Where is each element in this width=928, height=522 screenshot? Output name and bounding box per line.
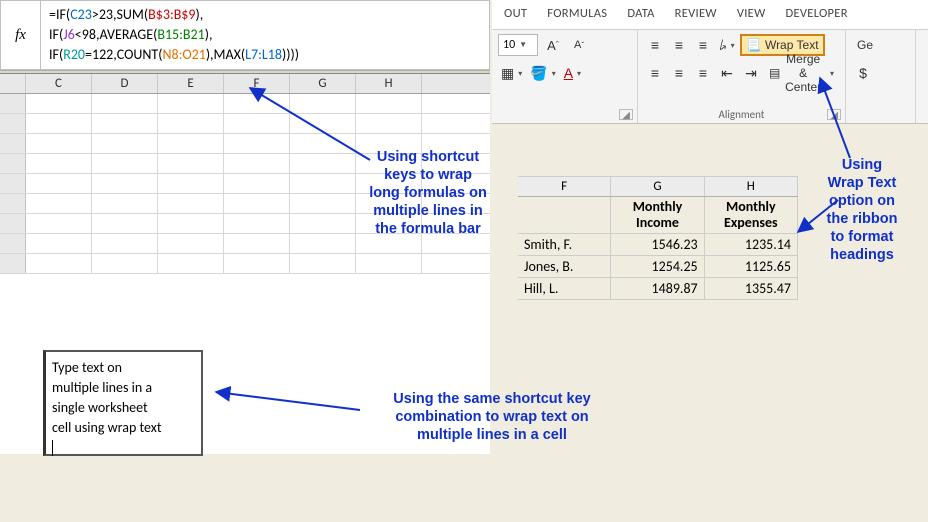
col-header[interactable]: H bbox=[705, 177, 798, 196]
dialog-launcher-icon[interactable]: ◢ bbox=[827, 109, 841, 120]
ribbon-tab[interactable]: FORMULAS bbox=[537, 4, 617, 23]
fx-label[interactable]: fx bbox=[1, 1, 41, 69]
dialog-launcher-icon[interactable]: ◢ bbox=[619, 109, 633, 120]
ribbon-tab[interactable]: OUT bbox=[494, 4, 537, 23]
col-header[interactable]: G bbox=[290, 74, 356, 93]
col-header[interactable]: C bbox=[26, 74, 92, 93]
merge-icon: ▤ bbox=[769, 66, 780, 80]
table-row[interactable]: Smith, F. 1546.23 1235.14 bbox=[518, 234, 798, 256]
name-cell: Hill, L. bbox=[518, 278, 611, 299]
expenses-cell: 1125.65 bbox=[705, 256, 798, 277]
sample-table: F G H Monthly Income Monthly Expenses Sm… bbox=[518, 176, 798, 300]
align-center-button[interactable]: ≡ bbox=[668, 62, 690, 84]
formula-input[interactable]: =IF(C23>23,SUM(B$3:B$9), IF(J6<98,AVERAG… bbox=[41, 1, 489, 69]
align-right-button[interactable]: ≡ bbox=[692, 62, 714, 84]
name-cell: Smith, F. bbox=[518, 234, 611, 255]
expenses-cell: 1235.14 bbox=[705, 234, 798, 255]
ribbon-tab[interactable]: DATA bbox=[617, 4, 664, 23]
align-bottom-button[interactable]: ≡ bbox=[692, 34, 714, 56]
font-size-input[interactable]: 10▼ bbox=[498, 34, 538, 56]
accounting-format-button[interactable]: $ bbox=[852, 62, 874, 84]
ribbon-tab[interactable]: REVIEW bbox=[665, 4, 727, 23]
chevron-down-icon: ▾ bbox=[518, 69, 522, 78]
ribbon-panel: OUT FORMULAS DATA REVIEW VIEW DEVELOPER … bbox=[492, 0, 928, 124]
chevron-down-icon: ▾ bbox=[830, 69, 834, 78]
increase-indent-button[interactable]: ⇥ bbox=[740, 62, 762, 84]
alignment-group: ≡ ≡ ≡ ⭞▾ 📃 Wrap Text ≡ ≡ ≡ ⇤ ⇥ ▤ Merge &… bbox=[638, 30, 846, 123]
number-format-dropdown[interactable]: Ge bbox=[852, 34, 878, 56]
income-cell: 1546.23 bbox=[611, 234, 704, 255]
wrapped-text-content: Type text on multiple lines in a single … bbox=[52, 359, 162, 436]
font-color-button[interactable]: A▾ bbox=[561, 62, 584, 84]
align-middle-button[interactable]: ≡ bbox=[668, 34, 690, 56]
wrapped-text-cell[interactable]: Type text on multiple lines in a single … bbox=[43, 350, 203, 456]
table-header-cell: Monthly Income bbox=[611, 197, 704, 233]
chevron-down-icon: ▾ bbox=[552, 69, 556, 78]
annotation-cell-wrap: Using the same shortcut key combination … bbox=[362, 390, 622, 444]
table-header-cell: Monthly Expenses bbox=[705, 197, 798, 233]
font-group: 10▼ Aˆ Aˇ ▦▾ 🪣▾ A▾ ◢ bbox=[492, 30, 638, 123]
wrap-text-icon: 📃 bbox=[746, 38, 761, 52]
table-header-cell bbox=[518, 197, 611, 233]
col-header[interactable]: E bbox=[158, 74, 224, 93]
col-header[interactable]: G bbox=[611, 177, 704, 196]
orientation-button[interactable]: ⭞▾ bbox=[716, 34, 738, 56]
decrease-font-button[interactable]: Aˇ bbox=[568, 34, 590, 56]
ribbon-body: 10▼ Aˆ Aˇ ▦▾ 🪣▾ A▾ ◢ ≡ ≡ ≡ ⭞▾ 📃 Wrap Te bbox=[492, 30, 928, 124]
chevron-down-icon: ▼ bbox=[519, 40, 527, 50]
income-cell: 1254.25 bbox=[611, 256, 704, 277]
table-row[interactable]: Jones, B. 1254.25 1125.65 bbox=[518, 256, 798, 278]
align-top-button[interactable]: ≡ bbox=[644, 34, 666, 56]
chevron-down-icon: ▾ bbox=[731, 41, 735, 50]
ribbon-tab[interactable]: DEVELOPER bbox=[776, 4, 858, 23]
col-header[interactable]: F bbox=[224, 74, 290, 93]
annotation-wrap-text: Using Wrap Text option on the ribbon to … bbox=[812, 156, 912, 264]
table-row[interactable]: Hill, L. 1489.87 1355.47 bbox=[518, 278, 798, 300]
col-header[interactable]: D bbox=[92, 74, 158, 93]
ribbon-tab[interactable]: VIEW bbox=[727, 4, 776, 23]
merge-center-button[interactable]: ▤ Merge & Center ▾ bbox=[764, 62, 839, 84]
align-left-button[interactable]: ≡ bbox=[644, 62, 666, 84]
fill-color-button[interactable]: 🪣▾ bbox=[527, 62, 558, 84]
income-cell: 1489.87 bbox=[611, 278, 704, 299]
borders-button[interactable]: ▦▾ bbox=[498, 62, 525, 84]
group-label: Alignment bbox=[638, 108, 845, 121]
number-group: Ge $ bbox=[846, 30, 916, 123]
column-header-row: C D E F G H bbox=[0, 74, 490, 94]
decrease-indent-button[interactable]: ⇤ bbox=[716, 62, 738, 84]
expenses-cell: 1355.47 bbox=[705, 278, 798, 299]
name-cell: Jones, B. bbox=[518, 256, 611, 277]
text-cursor bbox=[52, 440, 53, 456]
col-header[interactable]: H bbox=[356, 74, 422, 93]
chevron-down-icon: ▾ bbox=[577, 69, 581, 78]
select-all-corner[interactable] bbox=[0, 74, 26, 93]
ribbon-tab-strip: OUT FORMULAS DATA REVIEW VIEW DEVELOPER bbox=[492, 0, 928, 30]
annotation-formula-bar: Using shortcut keys to wrap long formula… bbox=[358, 148, 498, 238]
increase-font-button[interactable]: Aˆ bbox=[542, 34, 564, 56]
col-header[interactable]: F bbox=[518, 177, 611, 196]
